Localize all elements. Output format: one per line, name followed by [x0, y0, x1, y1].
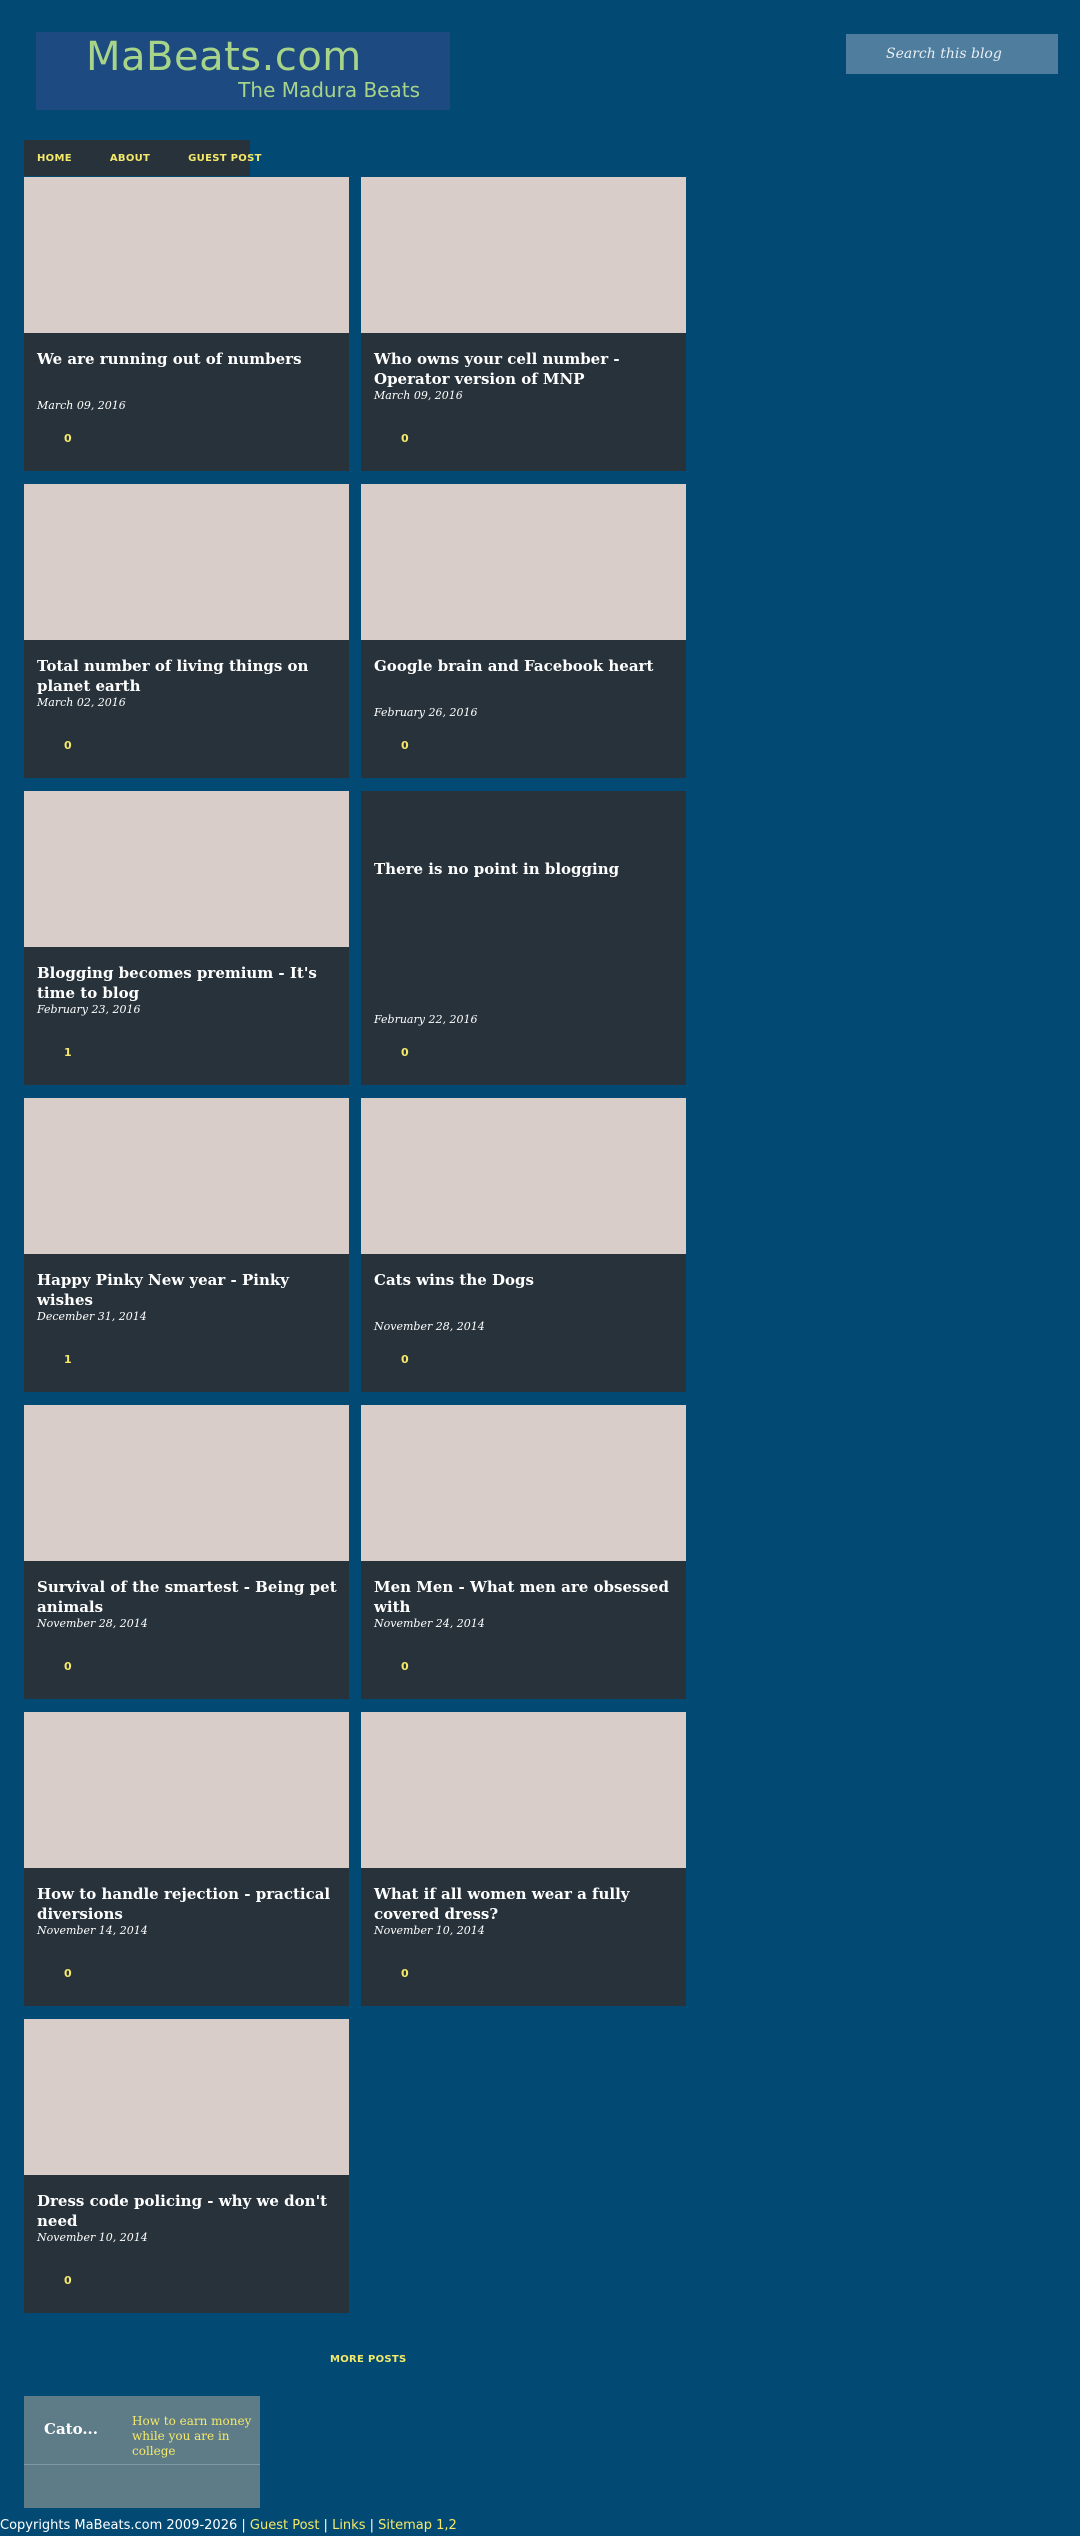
post-title[interactable]: Cats wins the Dogs: [374, 1270, 674, 1290]
comment-count[interactable]: 1: [64, 1046, 72, 1059]
widget-post-link[interactable]: How to earn money while you are in colle…: [132, 2414, 252, 2459]
post-card[interactable]: We are running out of numbers March 09, 2…: [24, 177, 349, 471]
comment-count[interactable]: 0: [64, 2274, 72, 2287]
post-thumbnail[interactable]: [24, 484, 349, 640]
post-thumbnail[interactable]: [24, 1405, 349, 1561]
nav-home[interactable]: HOME: [37, 153, 72, 164]
main-nav: HOME ABOUT GUEST POST: [24, 140, 261, 176]
nav-guest-post[interactable]: GUEST POST: [188, 153, 262, 164]
footer-separator: |: [319, 2518, 333, 2533]
post-title[interactable]: Total number of living things on planet …: [37, 656, 337, 696]
post-thumbnail[interactable]: [24, 791, 349, 947]
post-date: December 31, 2014: [37, 1310, 147, 1323]
post-title[interactable]: What if all women wear a fully covered d…: [374, 1884, 674, 1924]
post-thumbnail[interactable]: [361, 177, 686, 333]
post-date: February 22, 2016: [374, 1013, 478, 1026]
comment-count[interactable]: 0: [64, 739, 72, 752]
comment-count[interactable]: 1: [64, 1353, 72, 1366]
post-thumbnail[interactable]: [24, 1098, 349, 1254]
footer: Copyrights MaBeats.com 2009-2026 | Guest…: [0, 2518, 457, 2533]
post-title[interactable]: Men Men - What men are obsessed with: [374, 1577, 674, 1617]
post-date: March 09, 2016: [374, 389, 463, 402]
post-title[interactable]: There is no point in blogging: [374, 859, 674, 879]
site-logo[interactable]: MaBeats.com The Madura Beats: [36, 32, 450, 110]
post-title[interactable]: Blogging becomes premium - It's time to …: [37, 963, 337, 1003]
post-card[interactable]: There is no point in blogging February 22…: [361, 791, 686, 1085]
post-date: March 02, 2016: [37, 696, 126, 709]
post-title[interactable]: Who owns your cell number - Operator ver…: [374, 349, 674, 389]
post-title[interactable]: How to handle rejection - practical dive…: [37, 1884, 337, 1924]
post-date: February 23, 2016: [37, 1003, 141, 1016]
search-box: [846, 34, 1058, 74]
post-card[interactable]: Happy Pinky New year - Pinky wishes Decem…: [24, 1098, 349, 1392]
logo-title: MaBeats.com: [86, 34, 362, 80]
post-thumbnail[interactable]: [24, 1712, 349, 1868]
post-card[interactable]: What if all women wear a fully covered d…: [361, 1712, 686, 2006]
search-input[interactable]: [846, 34, 1058, 74]
post-thumbnail[interactable]: [361, 484, 686, 640]
post-card[interactable]: Blogging becomes premium - It's time to …: [24, 791, 349, 1085]
comment-count[interactable]: 0: [401, 1353, 409, 1366]
post-thumbnail[interactable]: [361, 1712, 686, 1868]
post-card[interactable]: Survival of the smartest - Being pet ani…: [24, 1405, 349, 1699]
post-date: November 10, 2014: [374, 1924, 485, 1937]
footer-links-link[interactable]: Links: [332, 2518, 365, 2533]
post-date: November 14, 2014: [37, 1924, 148, 1937]
post-title[interactable]: Dress code policing - why we don't need: [37, 2191, 337, 2231]
widget-label: Cato...: [44, 2420, 98, 2438]
post-card[interactable]: Dress code policing - why we don't need N…: [24, 2019, 349, 2313]
post-card[interactable]: Cats wins the Dogs November 28, 2014 0: [361, 1098, 686, 1392]
nav-about[interactable]: ABOUT: [110, 153, 150, 164]
comment-count[interactable]: 0: [401, 1046, 409, 1059]
post-date: February 26, 2016: [374, 706, 478, 719]
footer-sitemap-link[interactable]: Sitemap 1,2: [378, 2518, 457, 2533]
logo-subtitle: The Madura Beats: [238, 78, 420, 102]
comment-count[interactable]: 0: [401, 739, 409, 752]
post-title[interactable]: We are running out of numbers: [37, 349, 337, 369]
post-thumbnail[interactable]: [361, 1405, 686, 1561]
post-title[interactable]: Google brain and Facebook heart: [374, 656, 674, 676]
post-thumbnail[interactable]: [24, 2019, 349, 2175]
comment-count[interactable]: 0: [64, 1967, 72, 1980]
footer-separator: |: [237, 2518, 250, 2533]
footer-copyright: Copyrights MaBeats.com 2009-2026: [0, 2518, 238, 2533]
post-card[interactable]: Total number of living things on planet …: [24, 484, 349, 778]
comment-count[interactable]: 0: [64, 1660, 72, 1673]
post-card[interactable]: How to handle rejection - practical dive…: [24, 1712, 349, 2006]
post-title[interactable]: Happy Pinky New year - Pinky wishes: [37, 1270, 337, 1310]
post-card[interactable]: Who owns your cell number - Operator ver…: [361, 177, 686, 471]
footer-separator: |: [365, 2518, 379, 2533]
comment-count[interactable]: 0: [401, 432, 409, 445]
widget-divider: [24, 2464, 260, 2465]
post-card[interactable]: Men Men - What men are obsessed with Nove…: [361, 1405, 686, 1699]
comment-count[interactable]: 0: [401, 1967, 409, 1980]
post-thumbnail[interactable]: [24, 177, 349, 333]
post-date: November 28, 2014: [37, 1617, 148, 1630]
post-thumbnail[interactable]: [361, 1098, 686, 1254]
post-title[interactable]: Survival of the smartest - Being pet ani…: [37, 1577, 337, 1617]
post-date: November 28, 2014: [374, 1320, 485, 1333]
related-widget: Cato... How to earn money while you are …: [24, 2396, 260, 2508]
post-date: November 10, 2014: [37, 2231, 148, 2244]
post-date: March 09, 2016: [37, 399, 126, 412]
comment-count[interactable]: 0: [401, 1660, 409, 1673]
comment-count[interactable]: 0: [64, 432, 72, 445]
post-card[interactable]: Google brain and Facebook heart February …: [361, 484, 686, 778]
post-date: November 24, 2014: [374, 1617, 485, 1630]
more-posts-link[interactable]: MORE POSTS: [330, 2354, 407, 2365]
footer-guest-post-link[interactable]: Guest Post: [250, 2518, 320, 2533]
